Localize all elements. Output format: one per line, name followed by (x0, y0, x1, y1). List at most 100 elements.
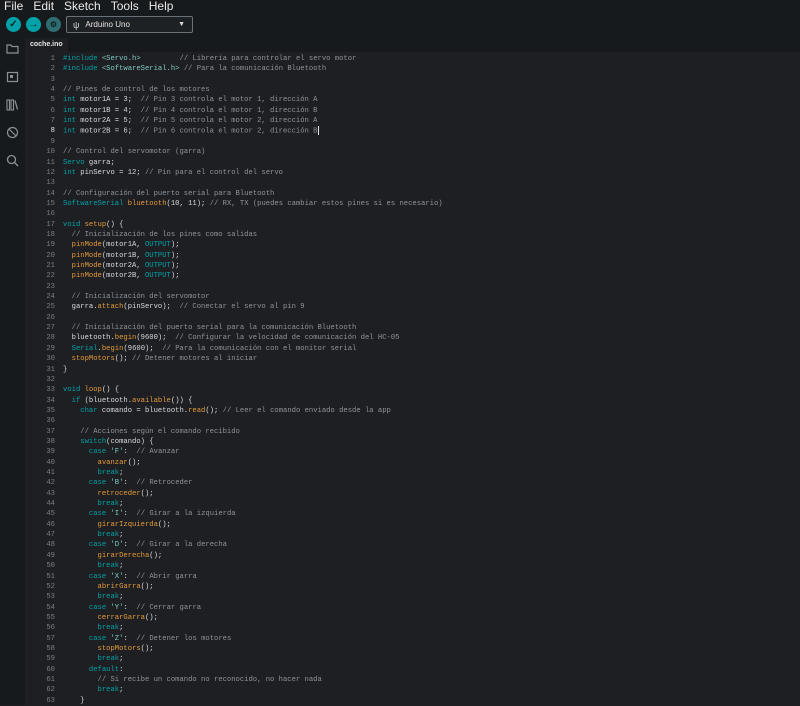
code-text: girarIzquierda(); (97, 520, 171, 529)
code-line[interactable]: 34 if (bluetooth.available()) { (25, 396, 800, 406)
code-line[interactable]: 11 Servo garra; (25, 158, 800, 168)
line-number: 49 (46, 551, 55, 560)
code-line[interactable]: 49 girarDerecha(); (25, 551, 800, 561)
code-line[interactable]: 25 garra.attach(pinServo); // Conectar e… (25, 302, 800, 312)
code-line[interactable]: 51 case 'X': // Abrir garra (25, 572, 800, 582)
line-number: 45 (46, 510, 55, 519)
code-line[interactable]: 23 (25, 282, 800, 292)
code-line[interactable]: 12 int pinServo = 12; // Pin para el cont… (25, 168, 800, 178)
code-line[interactable]: 21 pinMode(motor2A, OUTPUT); (25, 261, 800, 271)
code-text: void setup() { (63, 220, 124, 229)
menu-help[interactable]: Help (145, 0, 180, 12)
folder-icon[interactable] (5, 41, 20, 56)
menu-edit[interactable]: Edit (29, 0, 60, 12)
code-line[interactable]: 20 pinMode(motor1B, OUTPUT); (25, 251, 800, 261)
code-line[interactable]: 57 case 'Z': // Detener los motores (25, 634, 800, 644)
code-line[interactable]: 8 int motor2B = 6; // Pin 6 controla el m… (25, 126, 800, 136)
code-line[interactable]: 10 // Control del servomotor (garra) (25, 147, 800, 157)
code-text: case 'Z': // Detener los motores (88, 634, 232, 643)
code-line[interactable]: 55 cerrarGarra(); (25, 613, 800, 623)
code-line[interactable]: 36 (25, 416, 800, 426)
code-line[interactable]: 1 #include <Servo.h> // Librería para con… (25, 54, 800, 64)
line-number: 37 (46, 427, 55, 436)
code-text: // Inicialización del puerto serial para… (71, 324, 357, 333)
code-line[interactable]: 5 int motor1A = 3; // Pin 3 controla el m… (25, 95, 800, 105)
code-line[interactable]: 46 girarIzquierda(); (25, 520, 800, 530)
code-line[interactable]: 15 SoftwareSerial bluetooth(10, 11); // R… (25, 199, 800, 209)
menu-tools[interactable]: Tools (107, 0, 145, 12)
code-line[interactable]: 56 break; (25, 623, 800, 633)
code-line[interactable]: 24 // Inicialización del servomotor (25, 292, 800, 302)
menu-sketch[interactable]: Sketch (60, 0, 107, 12)
code-line[interactable]: 6 int motor1B = 4; // Pin 4 controla el m… (25, 106, 800, 116)
code-line[interactable]: 50 break; (25, 561, 800, 571)
line-number: 52 (46, 582, 55, 591)
debug-button[interactable]: ⚙ (46, 17, 61, 32)
library-icon[interactable] (5, 97, 20, 112)
line-number: 47 (46, 531, 55, 540)
code-line[interactable]: 53 break; (25, 592, 800, 602)
code-line[interactable]: 26 (25, 313, 800, 323)
code-line[interactable]: 63 } (25, 696, 800, 706)
search-icon[interactable] (5, 153, 20, 168)
code-line[interactable]: 9 (25, 137, 800, 147)
code-line[interactable]: 42 case 'B': // Retroceder (25, 478, 800, 488)
menu-file[interactable]: File (0, 0, 29, 12)
code-line[interactable]: 45 case 'I': // Girar a la izquierda (25, 509, 800, 519)
code-line[interactable]: 18 // Inicialización de los pines como s… (25, 230, 800, 240)
board-selector[interactable]: ψ Arduino Uno ▼ (66, 16, 193, 33)
code-line[interactable]: 61 // Si recibe un comando no reconocido… (25, 675, 800, 685)
code-line[interactable]: 31} (25, 365, 800, 375)
line-number: 28 (46, 334, 55, 343)
code-text: garra.attach(pinServo); // Conectar el s… (63, 303, 305, 312)
code-line[interactable]: 48 case 'D': // Girar a la derecha (25, 540, 800, 550)
code-line[interactable]: 13 (25, 178, 800, 188)
code-line[interactable]: 47 break; (25, 530, 800, 540)
code-line[interactable]: 30 stopMotors(); // Detener motores al i… (25, 354, 800, 364)
code-line[interactable]: 41 break; (25, 468, 800, 478)
code-line[interactable]: 16 (25, 209, 800, 219)
line-number: 41 (46, 469, 55, 477)
line-number: 5 (50, 96, 55, 105)
line-number: 21 (46, 262, 55, 270)
code-line[interactable]: 54 case 'Y': // Cerrar garra (25, 603, 800, 613)
code-line[interactable]: 37 // Acciones según el comando recibido (25, 427, 800, 437)
code-line[interactable]: 4 // Pines de control de los motores (25, 85, 800, 95)
code-line[interactable]: 40 avanzar(); (25, 458, 800, 468)
board-name: Arduino Uno (85, 20, 130, 29)
code-line[interactable]: 32 (25, 375, 800, 385)
code-line[interactable]: 58 stopMotors(); (25, 644, 800, 654)
code-line[interactable]: 39 case 'F': // Avanzar (25, 447, 800, 457)
code-line[interactable]: 19 pinMode(motor1A, OUTPUT); (25, 240, 800, 250)
code-line[interactable]: 43 retroceder(); (25, 489, 800, 499)
code-line[interactable]: 7 int motor2A = 5; // Pin 5 controla el m… (25, 116, 800, 126)
tab-coche-ino[interactable]: coche.ino (25, 38, 68, 53)
code-line[interactable]: 35 char comando = bluetooth.read(); // L… (25, 406, 800, 416)
code-line[interactable]: 38 switch(comando) { (25, 437, 800, 447)
code-line[interactable]: 59 break; (25, 654, 800, 664)
board-manager-icon[interactable] (5, 69, 20, 84)
code-line[interactable]: 33 void loop() { (25, 385, 800, 395)
code-line[interactable]: 14 // Configuración del puerto serial par… (25, 189, 800, 199)
code-line[interactable]: 22 pinMode(motor2B, OUTPUT); (25, 271, 800, 281)
code-line[interactable]: 60 default: (25, 665, 800, 675)
menu-bar: File Edit Sketch Tools Help (0, 0, 800, 12)
verify-button[interactable]: ✓ (6, 17, 21, 32)
code-line[interactable]: 62 break; (25, 685, 800, 695)
code-line[interactable]: 3 (25, 75, 800, 85)
code-line[interactable]: 2 #include <SoftwareSerial.h> // Para la … (25, 64, 800, 74)
code-line[interactable]: 52 abrirGarra(); (25, 582, 800, 592)
code-line[interactable]: 28 bluetooth.begin(9600); // Configurar … (25, 333, 800, 343)
code-text: SoftwareSerial bluetooth(10, 11); // RX,… (63, 199, 443, 208)
code-text: abrirGarra(); (97, 582, 154, 591)
code-editor[interactable]: 1 #include <Servo.h> // Librería para con… (25, 52, 800, 705)
code-line[interactable]: 27 // Inicialización del puerto serial p… (25, 323, 800, 333)
line-number: 22 (46, 272, 55, 281)
code-line[interactable]: 17 void setup() { (25, 220, 800, 230)
debug-panel-icon[interactable] (5, 125, 20, 140)
code-text: void loop() { (63, 386, 120, 395)
code-line[interactable]: 29 Serial.begin(9600); // Para la comuni… (25, 344, 800, 354)
chevron-down-icon: ▼ (178, 21, 185, 28)
code-line[interactable]: 44 break; (25, 499, 800, 509)
upload-button[interactable]: → (26, 17, 41, 32)
